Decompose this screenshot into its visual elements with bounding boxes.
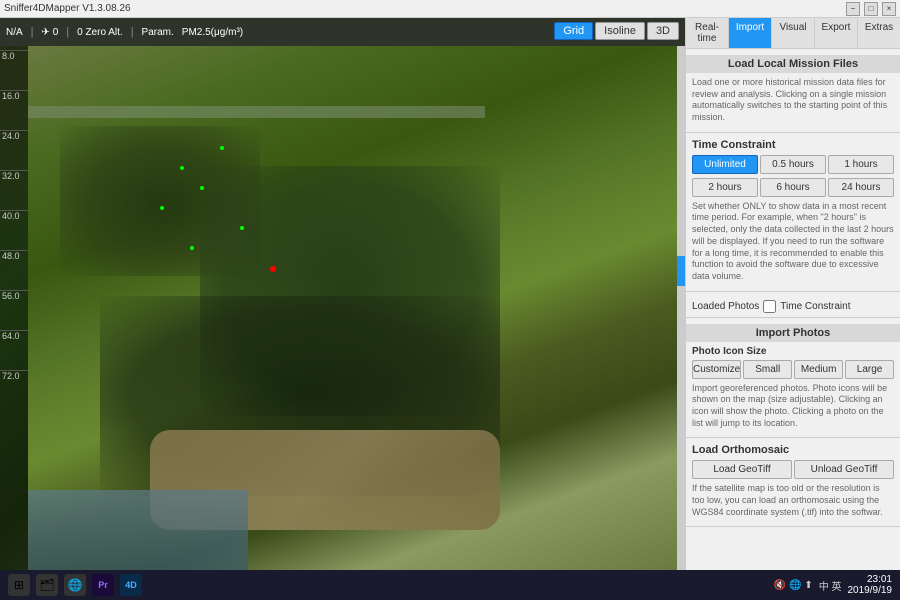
twenty-four-hour-button[interactable]: 24 hours: [828, 178, 894, 197]
file-explorer-icon[interactable]: 🗂: [36, 574, 58, 596]
close-button[interactable]: ×: [882, 2, 896, 16]
six-hour-button[interactable]: 6 hours: [760, 178, 826, 197]
map-area[interactable]: N/A | ✈ 0 | 0 Zero Alt. | Param. PM2.5(μ…: [0, 18, 685, 570]
ruler-mark-4: 32.0: [0, 170, 28, 210]
import-photos-desc: Import georeferenced photos. Photo icons…: [692, 383, 894, 430]
3d-button[interactable]: 3D: [647, 22, 679, 40]
time-constraint-checkbox-label: Time Constraint: [780, 301, 850, 312]
time-constraint-row2[interactable]: 2 hours 6 hours 24 hours: [692, 178, 894, 197]
load-mission-desc: Load one or more historical mission data…: [692, 77, 894, 124]
import-photos-section: Import Photos Photo Icon Size Customize …: [686, 318, 900, 439]
taskbar-time: 23:01: [848, 574, 893, 585]
right-panel: Real-time Import Visual Export Extras Lo…: [685, 18, 900, 570]
pm-label: PM2.5(μg/m³): [182, 27, 243, 38]
ruler-mark-3: 24.0: [0, 130, 28, 170]
orthomosaic-desc: If the satellite map is too old or the r…: [692, 483, 894, 518]
ruler-mark-8: 64.0: [0, 330, 28, 370]
map-scrollbar-thumb[interactable]: [677, 256, 685, 286]
taskbar-date: 2019/9/19: [848, 585, 893, 596]
start-button[interactable]: ⊞: [8, 574, 30, 596]
time-constraint-checkbox[interactable]: [763, 300, 776, 313]
large-size-button[interactable]: Large: [845, 360, 894, 379]
premiere-icon[interactable]: Pr: [92, 574, 114, 596]
half-hour-button[interactable]: 0.5 hours: [760, 155, 826, 174]
window-title: Sniffer4DMapper V1.3.08.26: [4, 3, 846, 14]
small-size-button[interactable]: Small: [743, 360, 792, 379]
maximize-button[interactable]: □: [864, 2, 878, 16]
time-constraint-row1[interactable]: Unlimited 0.5 hours 1 hours: [692, 155, 894, 174]
ruler-mark-6: 48.0: [0, 250, 28, 290]
loaded-photos-label: Loaded Photos: [692, 301, 759, 312]
satellite-map[interactable]: [0, 46, 685, 570]
window-controls[interactable]: − □ ×: [846, 2, 896, 16]
na-indicator: N/A: [6, 27, 23, 38]
unload-geotiff-button[interactable]: Unload GeoTiff: [794, 460, 894, 479]
taskbar-lang: 中 英: [819, 578, 842, 593]
minimize-button[interactable]: −: [846, 2, 860, 16]
taskbar-status-icons: 🔇 🌐 ⬆: [774, 580, 813, 591]
time-constraint-section: Time Constraint Unlimited 0.5 hours 1 ho…: [686, 133, 900, 292]
one-hour-button[interactable]: 1 hours: [828, 155, 894, 174]
grid-button[interactable]: Grid: [554, 22, 593, 40]
two-hour-button[interactable]: 2 hours: [692, 178, 758, 197]
load-geotiff-button[interactable]: Load GeoTiff: [692, 460, 792, 479]
taskbar: ⊞ 🗂 🌐 Pr 4D 🔇 🌐 ⬆ 中 英 23:01 2019/9/19: [0, 570, 900, 600]
ortho-buttons[interactable]: Load GeoTiff Unload GeoTiff: [692, 460, 894, 479]
tab-realtime[interactable]: Real-time: [686, 18, 729, 48]
drone-icon: ✈ 0: [42, 27, 59, 38]
import-photos-title: Import Photos: [686, 324, 900, 342]
loaded-photos-row: Loaded Photos Time Constraint: [692, 300, 894, 313]
load-mission-title: Load Local Mission Files: [686, 55, 900, 73]
icon-size-buttons[interactable]: Customize Small Medium Large: [692, 360, 894, 379]
loaded-photos-section: Loaded Photos Time Constraint: [686, 292, 900, 318]
map-scrollbar[interactable]: [677, 46, 685, 570]
map-view-buttons[interactable]: Grid Isoline 3D: [554, 22, 679, 40]
tab-import[interactable]: Import: [729, 18, 772, 48]
medium-size-button[interactable]: Medium: [794, 360, 843, 379]
title-bar: Sniffer4DMapper V1.3.08.26 − □ ×: [0, 0, 900, 18]
ruler-mark-2: 16.0: [0, 90, 28, 130]
load-mission-section: Load Local Mission Files Load one or mor…: [686, 49, 900, 133]
zero-alt: 0 Zero Alt.: [77, 27, 123, 38]
taskbar-right: 🔇 🌐 ⬆ 中 英 23:01 2019/9/19: [774, 574, 892, 596]
tab-bar[interactable]: Real-time Import Visual Export Extras: [686, 18, 900, 49]
sniffer-icon[interactable]: 4D: [120, 574, 142, 596]
customize-size-button[interactable]: Customize: [692, 360, 741, 379]
icon-size-label: Photo Icon Size: [692, 346, 894, 357]
taskbar-clock: 23:01 2019/9/19: [848, 574, 893, 596]
unlimited-button[interactable]: Unlimited: [692, 155, 758, 174]
ruler-mark-7: 56.0: [0, 290, 28, 330]
ruler-mark-5: 40.0: [0, 210, 28, 250]
tab-extras[interactable]: Extras: [858, 18, 900, 48]
orthomosaic-section: Load Orthomosaic Load GeoTiff Unload Geo…: [686, 438, 900, 527]
time-constraint-desc: Set whether ONLY to show data in a most …: [692, 201, 894, 283]
main-area: N/A | ✈ 0 | 0 Zero Alt. | Param. PM2.5(μ…: [0, 18, 900, 570]
ruler-mark-1: 8.0: [0, 50, 28, 90]
orthomosaic-label: Load Orthomosaic: [692, 444, 894, 456]
param-label: Param.: [142, 27, 174, 38]
na-label: N/A: [6, 27, 23, 38]
tab-export[interactable]: Export: [815, 18, 858, 48]
ruler-mark-9: 72.0: [0, 370, 28, 410]
time-constraint-label: Time Constraint: [692, 139, 894, 151]
ruler-left: 8.0 16.0 24.0 32.0 40.0 48.0 56.0 64.0 7…: [0, 46, 28, 570]
tab-visual[interactable]: Visual: [772, 18, 815, 48]
isoline-button[interactable]: Isoline: [595, 22, 645, 40]
browser-icon[interactable]: 🌐: [64, 574, 86, 596]
